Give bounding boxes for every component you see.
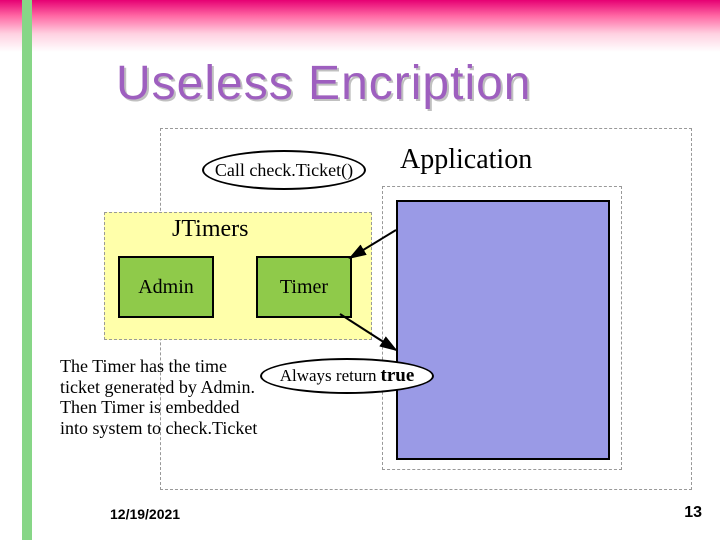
return-oval: Always return true bbox=[260, 358, 434, 394]
footer-date: 12/19/2021 bbox=[110, 506, 180, 522]
return-value: true bbox=[381, 365, 415, 387]
slide-title: Useless Encription bbox=[116, 56, 532, 111]
call-oval: Call check.Ticket() bbox=[202, 150, 366, 190]
top-gradient bbox=[0, 0, 720, 52]
application-box bbox=[396, 200, 610, 460]
jtimers-label: JTimers bbox=[172, 216, 248, 243]
side-stripe bbox=[22, 0, 32, 540]
admin-box: Admin bbox=[118, 256, 214, 318]
return-prefix: Always return bbox=[280, 366, 377, 386]
application-label: Application bbox=[400, 144, 532, 176]
page-number: 13 bbox=[684, 504, 702, 522]
timer-note: The Timer has the time ticket generated … bbox=[60, 356, 270, 439]
timer-box: Timer bbox=[256, 256, 352, 318]
